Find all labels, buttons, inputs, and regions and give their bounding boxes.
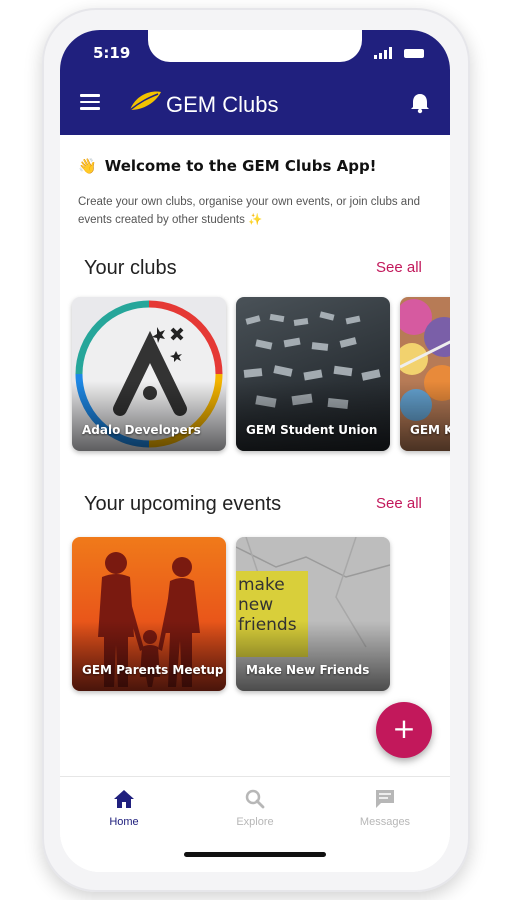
- home-icon: [114, 790, 134, 808]
- club-card-label: GEM Kn: [410, 423, 450, 437]
- bell-icon[interactable]: [410, 92, 430, 114]
- club-card-label: GEM Student Union: [246, 423, 378, 437]
- menu-icon[interactable]: [80, 94, 100, 110]
- nav-item-home[interactable]: Home: [74, 789, 174, 828]
- club-card[interactable]: GEM Kn: [400, 297, 450, 451]
- card-shade: [236, 621, 390, 691]
- nav-label: Messages: [359, 816, 411, 828]
- app-screen: 5:19 GEM Clubs 👋 Welcome to the GEM Clubs…: [60, 30, 450, 872]
- events-section-title: Your upcoming events: [84, 493, 282, 515]
- clubs-section-title: Your clubs: [84, 257, 177, 279]
- waving-hand-icon: 👋: [78, 157, 97, 175]
- sticky-note-line: new: [238, 595, 274, 615]
- card-shade: [236, 381, 390, 451]
- card-shade: [72, 381, 226, 451]
- welcome-heading: 👋 Welcome to the GEM Clubs App!: [78, 157, 377, 175]
- nav-label: Home: [109, 816, 139, 828]
- event-card-label: GEM Parents Meetup: [82, 663, 224, 677]
- club-card-label: Adalo Developers: [82, 423, 201, 437]
- nav-label: Explore: [236, 816, 274, 828]
- welcome-description: Create your own clubs, organise your own…: [78, 196, 420, 226]
- card-shade: [400, 381, 450, 451]
- club-card[interactable]: Adalo Developers: [72, 297, 226, 451]
- clubs-see-all-link[interactable]: See all: [376, 259, 422, 276]
- events-see-all-link[interactable]: See all: [376, 495, 422, 512]
- battery-icon: [404, 49, 424, 58]
- signal-icon: [374, 47, 392, 59]
- add-button[interactable]: +: [376, 702, 432, 758]
- club-card[interactable]: GEM Student Union: [236, 297, 390, 451]
- sticky-note-line: make: [238, 575, 285, 595]
- welcome-title: Welcome to the GEM Clubs App!: [104, 157, 377, 175]
- nav-item-messages[interactable]: Messages: [335, 789, 435, 828]
- search-icon: [245, 789, 265, 809]
- bottom-navigation: Home Explore Messages: [60, 776, 450, 872]
- app-title: GEM Clubs: [166, 92, 279, 117]
- leaf-logo-icon: [129, 91, 161, 111]
- event-card[interactable]: GEM Parents Meetup: [72, 537, 226, 691]
- event-card[interactable]: make new friends Make New Friends: [236, 537, 390, 691]
- card-shade: [72, 621, 226, 691]
- event-card-label: Make New Friends: [246, 663, 370, 677]
- nav-item-explore[interactable]: Explore: [205, 789, 305, 828]
- chat-icon: [376, 790, 394, 808]
- home-indicator: [184, 852, 326, 857]
- app-bar: 5:19 GEM Clubs: [60, 30, 450, 135]
- device-notch: [148, 30, 362, 62]
- status-time: 5:19: [93, 44, 131, 62]
